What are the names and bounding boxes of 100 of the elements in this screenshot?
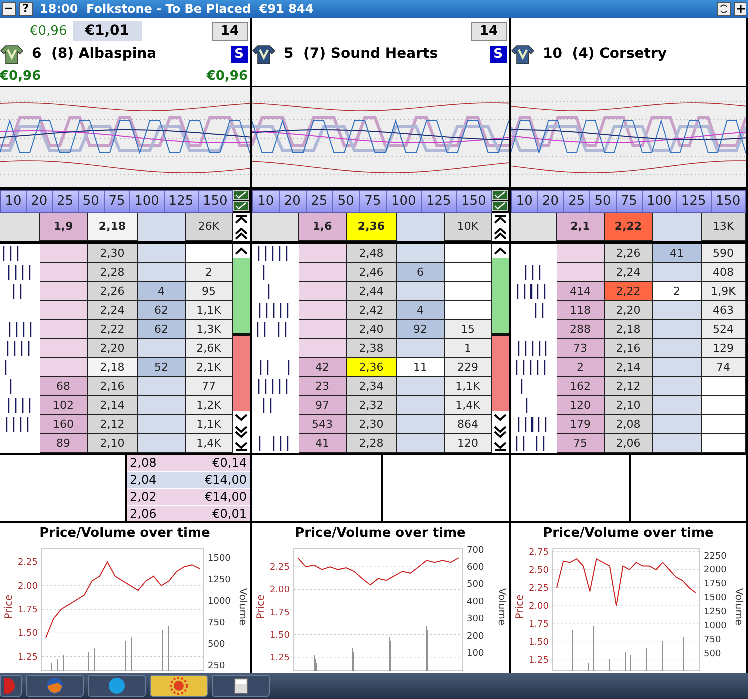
back-cell[interactable] [299,320,347,339]
lay-cell[interactable] [138,263,186,282]
double-up-icon[interactable] [493,228,508,240]
back-cell[interactable] [40,358,88,377]
lay-cell[interactable] [138,339,186,358]
stake-button[interactable]: 100 [386,191,422,212]
stake-button[interactable]: 100 [642,191,678,212]
back-cell[interactable] [299,339,347,358]
plus-icon[interactable] [734,2,746,16]
stake-button[interactable]: 125 [164,191,199,212]
window-button[interactable]: − [2,2,16,16]
lay-cell[interactable] [397,434,445,453]
stake-button[interactable]: 125 [677,191,712,212]
stake-button[interactable]: 20 [280,191,307,212]
back-cell[interactable]: 68 [40,377,88,396]
back-cell[interactable] [40,339,88,358]
back-cell[interactable] [40,244,88,263]
stake-button[interactable]: 150 [198,191,232,212]
stake-button[interactable]: 25 [564,191,590,212]
lay-cell[interactable] [397,377,445,396]
bet-row[interactable]: 2,04 €14,00 [127,472,250,489]
refresh-icon[interactable] [717,2,731,16]
stake-button[interactable]: 75 [616,191,643,212]
stake-button[interactable]: 10 [253,191,280,212]
first-page-icon[interactable] [493,214,508,226]
lay-cell[interactable]: 41 [653,244,702,263]
back-cell[interactable]: 75 [557,434,605,453]
lay-cell[interactable] [653,339,702,358]
back-cell[interactable] [299,244,347,263]
stake-button[interactable]: 100 [130,191,165,212]
lay-cell[interactable] [653,320,702,339]
back-cell[interactable] [40,301,88,320]
back-cell[interactable]: 89 [40,434,88,453]
lay-cell[interactable]: 11 [397,358,445,377]
lay-cell[interactable]: 52 [138,358,186,377]
double-down-icon[interactable] [493,426,508,438]
down-icon[interactable] [493,412,508,424]
last-page-icon[interactable] [493,440,508,452]
back-cell[interactable]: 97 [299,396,347,415]
lay-cell[interactable] [653,263,702,282]
back-cell[interactable] [299,301,347,320]
lay-cell[interactable] [397,339,445,358]
back-cell[interactable]: 23 [299,377,347,396]
back-cell[interactable]: 414 [557,282,605,301]
bet-row[interactable]: 2,02 €14,00 [127,489,250,506]
stake-button[interactable]: 10 [512,191,538,212]
lay-cell[interactable] [138,244,186,263]
back-cell[interactable] [557,263,605,282]
back-cell[interactable] [40,320,88,339]
checklist-icon[interactable] [233,201,249,211]
lay-cell[interactable] [138,434,186,453]
back-cell[interactable]: 118 [557,301,605,320]
back-cell[interactable] [299,263,347,282]
up-icon[interactable] [493,245,508,257]
lay-cell[interactable] [397,282,445,301]
lay-cell[interactable] [397,244,445,263]
stake-button[interactable]: 50 [333,191,360,212]
back-cell[interactable]: 543 [299,415,347,434]
stake-button[interactable]: 25 [52,191,79,212]
lay-cell[interactable] [653,301,702,320]
bet-row[interactable]: 2,08 €0,14 [127,455,250,472]
back-cell[interactable]: 179 [557,415,605,434]
back-cell[interactable]: 120 [557,396,605,415]
last-page-icon[interactable] [234,440,249,452]
checklist-icon[interactable] [492,190,508,200]
stake-button[interactable]: 25 [306,191,334,212]
lay-cell[interactable]: 62 [138,301,186,320]
stake-button[interactable]: 125 [422,191,457,212]
up-icon[interactable] [234,245,249,257]
back-cell[interactable]: 42 [299,358,347,377]
back-cell[interactable]: 73 [557,339,605,358]
lay-cell[interactable] [653,396,702,415]
stake-button[interactable]: 20 [26,191,53,212]
back-cell[interactable]: 162 [557,377,605,396]
lay-cell[interactable] [138,415,186,434]
lay-cell[interactable]: 2 [653,282,702,301]
back-cell[interactable] [299,282,347,301]
lay-cell[interactable]: 62 [138,320,186,339]
lay-cell[interactable] [397,415,445,434]
double-down-icon[interactable] [234,426,249,438]
stake-button[interactable]: 150 [456,191,491,212]
lay-cell[interactable] [653,358,702,377]
lay-cell[interactable]: 6 [397,263,445,282]
back-cell[interactable] [557,244,605,263]
lay-cell[interactable] [138,396,186,415]
back-cell[interactable]: 160 [40,415,88,434]
back-cell[interactable] [40,263,88,282]
lay-cell[interactable] [653,377,702,396]
stake-button[interactable]: 50 [78,191,105,212]
stake-button[interactable]: 150 [712,191,745,212]
checklist-icon[interactable] [233,190,249,200]
stake-button[interactable]: 10 [1,191,27,212]
lay-cell[interactable]: 4 [397,301,445,320]
back-cell[interactable]: 102 [40,396,88,415]
stake-button[interactable]: 75 [104,191,130,212]
lay-cell[interactable]: 92 [397,320,445,339]
lay-cell[interactable] [397,396,445,415]
back-cell[interactable]: 2 [557,358,605,377]
lay-cell[interactable] [138,377,186,396]
stake-button[interactable]: 75 [360,191,387,212]
